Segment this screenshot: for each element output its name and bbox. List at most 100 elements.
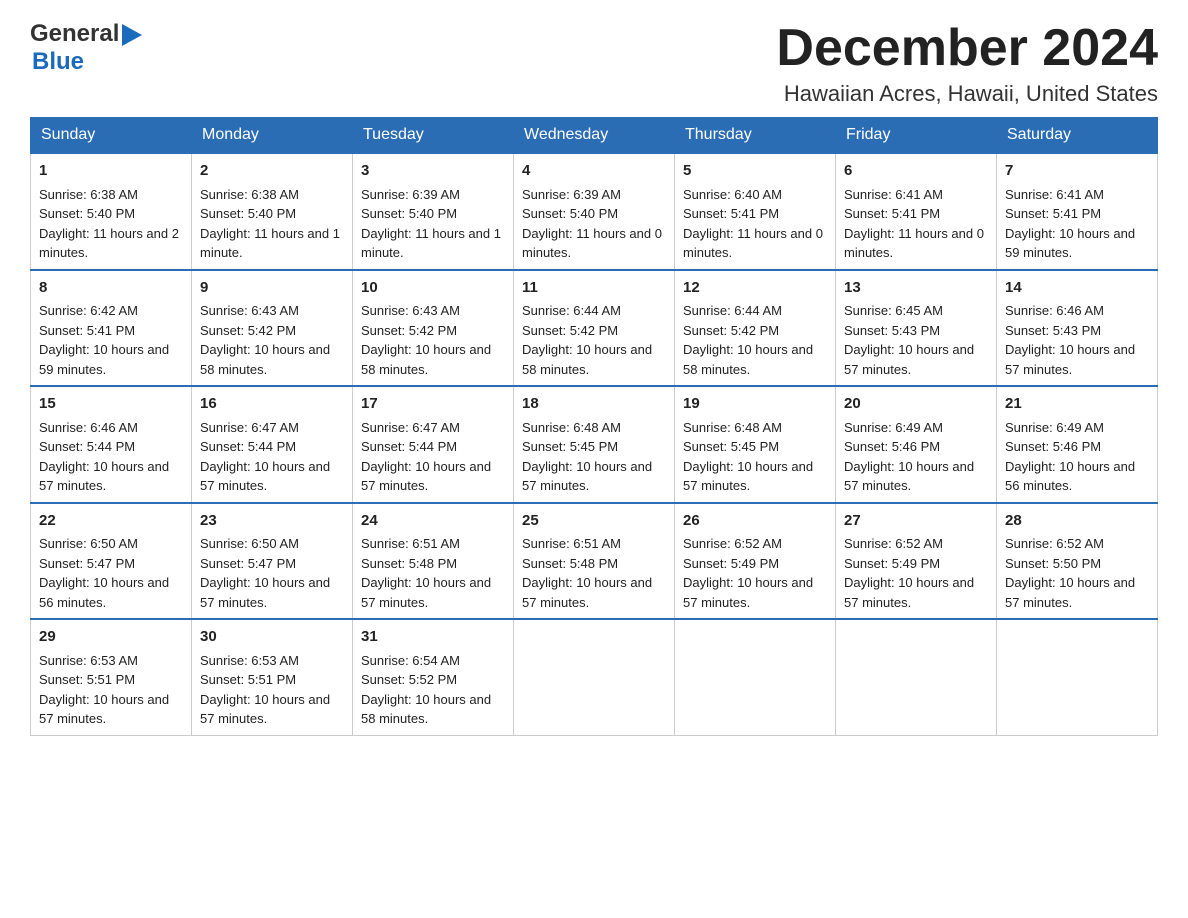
sunrise-text: Sunrise: 6:42 AM	[39, 301, 183, 321]
sunrise-text: Sunrise: 6:51 AM	[522, 534, 666, 554]
table-row: 14Sunrise: 6:46 AMSunset: 5:43 PMDayligh…	[997, 270, 1158, 387]
sunrise-text: Sunrise: 6:47 AM	[200, 418, 344, 438]
header-tuesday: Tuesday	[353, 118, 514, 154]
day-number: 27	[844, 510, 988, 533]
sunrise-text: Sunrise: 6:47 AM	[361, 418, 505, 438]
weekday-header-row: Sunday Monday Tuesday Wednesday Thursday…	[31, 118, 1158, 154]
table-row: 20Sunrise: 6:49 AMSunset: 5:46 PMDayligh…	[836, 386, 997, 503]
daylight-text: Daylight: 11 hours and 1 minute.	[361, 224, 505, 263]
title-block: December 2024 Hawaiian Acres, Hawaii, Un…	[776, 20, 1158, 107]
daylight-text: Daylight: 10 hours and 59 minutes.	[1005, 224, 1149, 263]
table-row: 19Sunrise: 6:48 AMSunset: 5:45 PMDayligh…	[675, 386, 836, 503]
sunrise-text: Sunrise: 6:40 AM	[683, 185, 827, 205]
table-row: 2Sunrise: 6:38 AMSunset: 5:40 PMDaylight…	[192, 153, 353, 270]
sunrise-text: Sunrise: 6:49 AM	[844, 418, 988, 438]
daylight-text: Daylight: 10 hours and 57 minutes.	[844, 340, 988, 379]
table-row: 10Sunrise: 6:43 AMSunset: 5:42 PMDayligh…	[353, 270, 514, 387]
header-friday: Friday	[836, 118, 997, 154]
day-number: 12	[683, 277, 827, 300]
sunrise-text: Sunrise: 6:52 AM	[683, 534, 827, 554]
sunrise-text: Sunrise: 6:39 AM	[361, 185, 505, 205]
header-saturday: Saturday	[997, 118, 1158, 154]
daylight-text: Daylight: 10 hours and 57 minutes.	[39, 457, 183, 496]
table-row: 25Sunrise: 6:51 AMSunset: 5:48 PMDayligh…	[514, 503, 675, 620]
sunset-text: Sunset: 5:44 PM	[39, 437, 183, 457]
sunrise-text: Sunrise: 6:53 AM	[39, 651, 183, 671]
sunrise-text: Sunrise: 6:43 AM	[361, 301, 505, 321]
sunrise-text: Sunrise: 6:51 AM	[361, 534, 505, 554]
table-row	[514, 619, 675, 735]
daylight-text: Daylight: 11 hours and 0 minutes.	[844, 224, 988, 263]
table-row	[997, 619, 1158, 735]
header-monday: Monday	[192, 118, 353, 154]
daylight-text: Daylight: 10 hours and 57 minutes.	[361, 457, 505, 496]
day-number: 14	[1005, 277, 1149, 300]
table-row: 18Sunrise: 6:48 AMSunset: 5:45 PMDayligh…	[514, 386, 675, 503]
daylight-text: Daylight: 10 hours and 59 minutes.	[39, 340, 183, 379]
table-row: 17Sunrise: 6:47 AMSunset: 5:44 PMDayligh…	[353, 386, 514, 503]
sunset-text: Sunset: 5:45 PM	[683, 437, 827, 457]
sunset-text: Sunset: 5:50 PM	[1005, 554, 1149, 574]
sunset-text: Sunset: 5:40 PM	[200, 204, 344, 224]
sunset-text: Sunset: 5:47 PM	[200, 554, 344, 574]
day-number: 10	[361, 277, 505, 300]
sunset-text: Sunset: 5:41 PM	[39, 321, 183, 341]
daylight-text: Daylight: 10 hours and 57 minutes.	[200, 573, 344, 612]
day-number: 8	[39, 277, 183, 300]
sunset-text: Sunset: 5:43 PM	[844, 321, 988, 341]
daylight-text: Daylight: 10 hours and 58 minutes.	[200, 340, 344, 379]
table-row: 12Sunrise: 6:44 AMSunset: 5:42 PMDayligh…	[675, 270, 836, 387]
table-row: 7Sunrise: 6:41 AMSunset: 5:41 PMDaylight…	[997, 153, 1158, 270]
calendar-week-row: 15Sunrise: 6:46 AMSunset: 5:44 PMDayligh…	[31, 386, 1158, 503]
sunset-text: Sunset: 5:48 PM	[522, 554, 666, 574]
logo: General Blue	[30, 20, 142, 76]
sunrise-text: Sunrise: 6:52 AM	[1005, 534, 1149, 554]
daylight-text: Daylight: 10 hours and 58 minutes.	[683, 340, 827, 379]
day-number: 3	[361, 160, 505, 183]
sunset-text: Sunset: 5:44 PM	[200, 437, 344, 457]
sunrise-text: Sunrise: 6:53 AM	[200, 651, 344, 671]
daylight-text: Daylight: 11 hours and 0 minutes.	[683, 224, 827, 263]
table-row: 8Sunrise: 6:42 AMSunset: 5:41 PMDaylight…	[31, 270, 192, 387]
day-number: 15	[39, 393, 183, 416]
sunset-text: Sunset: 5:47 PM	[39, 554, 183, 574]
sunrise-text: Sunrise: 6:49 AM	[1005, 418, 1149, 438]
daylight-text: Daylight: 10 hours and 56 minutes.	[1005, 457, 1149, 496]
sunset-text: Sunset: 5:43 PM	[1005, 321, 1149, 341]
sunset-text: Sunset: 5:51 PM	[200, 670, 344, 690]
sunset-text: Sunset: 5:49 PM	[683, 554, 827, 574]
day-number: 18	[522, 393, 666, 416]
calendar-week-row: 8Sunrise: 6:42 AMSunset: 5:41 PMDaylight…	[31, 270, 1158, 387]
table-row: 24Sunrise: 6:51 AMSunset: 5:48 PMDayligh…	[353, 503, 514, 620]
table-row: 9Sunrise: 6:43 AMSunset: 5:42 PMDaylight…	[192, 270, 353, 387]
daylight-text: Daylight: 10 hours and 58 minutes.	[361, 690, 505, 729]
sunrise-text: Sunrise: 6:38 AM	[200, 185, 344, 205]
daylight-text: Daylight: 10 hours and 57 minutes.	[844, 457, 988, 496]
calendar-week-row: 1Sunrise: 6:38 AMSunset: 5:40 PMDaylight…	[31, 153, 1158, 270]
sunset-text: Sunset: 5:52 PM	[361, 670, 505, 690]
sunset-text: Sunset: 5:42 PM	[200, 321, 344, 341]
day-number: 30	[200, 626, 344, 649]
sunset-text: Sunset: 5:51 PM	[39, 670, 183, 690]
sunrise-text: Sunrise: 6:50 AM	[200, 534, 344, 554]
sunrise-text: Sunrise: 6:52 AM	[844, 534, 988, 554]
daylight-text: Daylight: 11 hours and 0 minutes.	[522, 224, 666, 263]
table-row: 15Sunrise: 6:46 AMSunset: 5:44 PMDayligh…	[31, 386, 192, 503]
day-number: 9	[200, 277, 344, 300]
sunrise-text: Sunrise: 6:50 AM	[39, 534, 183, 554]
header-wednesday: Wednesday	[514, 118, 675, 154]
sunrise-text: Sunrise: 6:44 AM	[683, 301, 827, 321]
calendar-week-row: 22Sunrise: 6:50 AMSunset: 5:47 PMDayligh…	[31, 503, 1158, 620]
page-header: General Blue December 2024 Hawaiian Acre…	[30, 20, 1158, 107]
day-number: 24	[361, 510, 505, 533]
table-row: 26Sunrise: 6:52 AMSunset: 5:49 PMDayligh…	[675, 503, 836, 620]
sunrise-text: Sunrise: 6:46 AM	[39, 418, 183, 438]
daylight-text: Daylight: 10 hours and 56 minutes.	[39, 573, 183, 612]
day-number: 28	[1005, 510, 1149, 533]
day-number: 31	[361, 626, 505, 649]
month-title: December 2024	[776, 20, 1158, 77]
sunset-text: Sunset: 5:46 PM	[844, 437, 988, 457]
sunrise-text: Sunrise: 6:46 AM	[1005, 301, 1149, 321]
calendar-table: Sunday Monday Tuesday Wednesday Thursday…	[30, 117, 1158, 736]
daylight-text: Daylight: 10 hours and 57 minutes.	[200, 457, 344, 496]
